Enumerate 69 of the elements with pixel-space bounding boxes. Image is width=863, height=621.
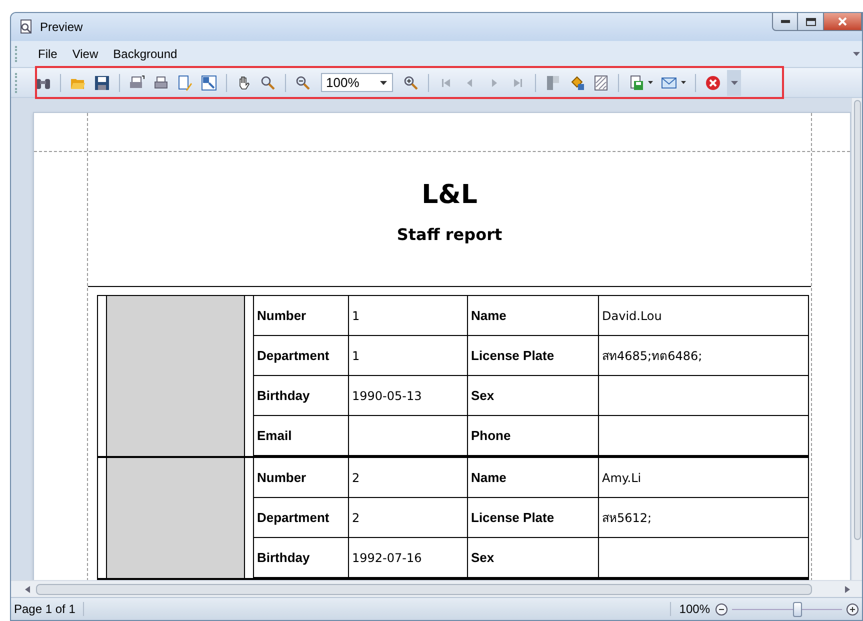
- field-value: สห5612;: [602, 510, 652, 526]
- field-label: License Plate: [468, 498, 599, 537]
- zoom-value: 100%: [326, 74, 360, 92]
- zoom-level: 100%: [679, 601, 710, 618]
- field-label: Sex: [468, 376, 599, 415]
- page-indicator: Page 1 of 1: [14, 601, 76, 618]
- scrollbar-thumb[interactable]: [36, 584, 812, 594]
- toolbar-overflow-button[interactable]: [727, 70, 741, 96]
- paint-bucket-icon: [569, 74, 585, 90]
- close-button[interactable]: [824, 13, 862, 31]
- magnifier-icon: [260, 74, 276, 90]
- overflow-icon[interactable]: [853, 52, 860, 56]
- zoom-slider[interactable]: [732, 602, 842, 616]
- hatched-page-icon: [593, 74, 609, 90]
- field-value: 1990-05-13: [352, 388, 422, 404]
- export-icon: [628, 74, 644, 90]
- field-label: Email: [254, 416, 349, 455]
- preview-app-icon: [18, 19, 34, 35]
- zoom-in-icon[interactable]: [846, 602, 859, 616]
- scroll-left-icon[interactable]: [25, 586, 30, 592]
- minimize-button[interactable]: [772, 13, 798, 31]
- field-label: Number: [254, 458, 349, 497]
- slider-thumb[interactable]: [792, 602, 802, 616]
- field-label: Department: [254, 498, 349, 537]
- field-value: 1992-07-16: [352, 550, 422, 566]
- close-icon: [838, 17, 847, 26]
- menu-item[interactable]: View: [65, 45, 106, 63]
- menu-item[interactable]: Background: [106, 45, 184, 63]
- resize-icon: [201, 74, 217, 90]
- chevron-down-icon: [730, 80, 738, 84]
- menu-item[interactable]: File: [31, 45, 64, 63]
- maximize-icon: [806, 18, 816, 26]
- page-layout-icon: [545, 74, 561, 90]
- field-label: Birthday: [254, 538, 349, 577]
- field-label: Sex: [468, 538, 599, 577]
- envelope-icon: [661, 74, 677, 90]
- report-subtitle: Staff report: [396, 224, 504, 246]
- field-label: Department: [254, 336, 349, 375]
- dropdown-icon[interactable]: [681, 81, 686, 84]
- field-value: 1: [352, 348, 360, 364]
- dropdown-icon: [380, 80, 387, 84]
- save-icon: [94, 74, 110, 90]
- field-value: 1: [352, 308, 360, 324]
- field-label: Name: [468, 458, 599, 497]
- field-value: 2: [352, 510, 360, 526]
- zoom-out-icon: [295, 74, 311, 90]
- zoom-combo[interactable]: 100%: [321, 73, 393, 92]
- field-value: 2: [352, 470, 360, 486]
- zoom-in-icon: [403, 74, 419, 90]
- printer-icon: [129, 74, 145, 90]
- window-title: Preview: [40, 19, 83, 36]
- scroll-right-icon[interactable]: [845, 586, 850, 592]
- field-label: License Plate: [468, 336, 599, 375]
- maximize-button[interactable]: [798, 13, 824, 31]
- dropdown-icon[interactable]: [648, 81, 653, 84]
- close-icon: [705, 74, 721, 90]
- field-value: David.Lou: [602, 308, 662, 324]
- field-value: Amy.Li: [602, 470, 642, 486]
- printer-icon: [153, 74, 169, 90]
- field-label: Number: [254, 296, 349, 335]
- field-label: Phone: [468, 416, 599, 455]
- report-title: L&L: [420, 179, 478, 212]
- scrollbar-thumb[interactable]: [854, 100, 861, 540]
- field-value: สท4685;ทต6486;: [602, 348, 702, 364]
- page-pencil-icon: [177, 74, 193, 90]
- zoom-out-icon[interactable]: [715, 602, 728, 616]
- field-label: Birthday: [254, 376, 349, 415]
- field-label: Name: [468, 296, 599, 335]
- minimize-icon: [780, 20, 790, 23]
